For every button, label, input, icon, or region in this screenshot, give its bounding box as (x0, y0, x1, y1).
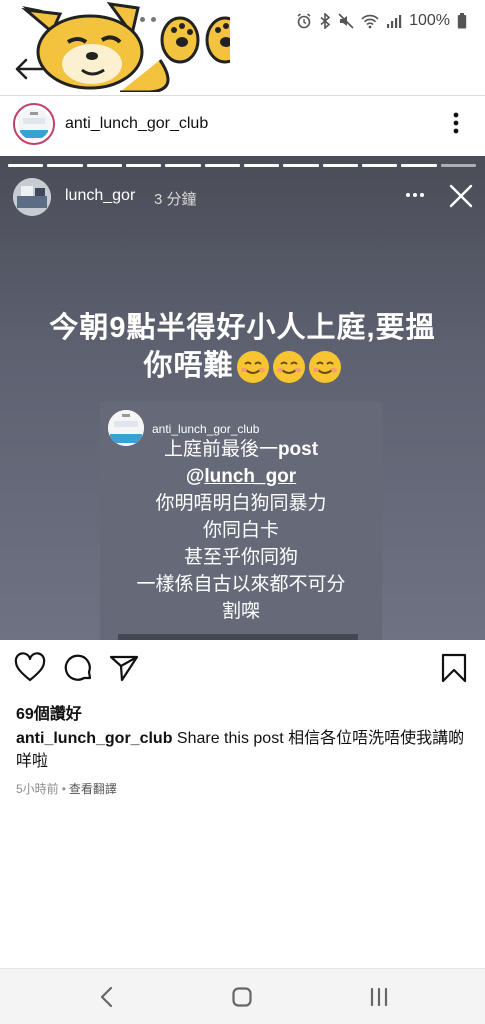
repost-line-1-bold: post (277, 439, 319, 460)
home-icon[interactable] (231, 986, 253, 1008)
header-username[interactable]: anti_lunch_gor_club (65, 115, 208, 133)
post-time: 5小時前 (16, 782, 59, 796)
comment-bubble-icon[interactable] (62, 652, 94, 684)
arrow-left-icon[interactable] (12, 52, 46, 86)
repost-line-3: 你明唔明白狗同暴力 (155, 493, 327, 514)
heart-icon[interactable] (14, 652, 46, 684)
repost-line-6: 一樣係自古以來都不可分 (136, 574, 346, 595)
wifi-icon (361, 14, 379, 29)
avatar-logo-image (18, 108, 50, 140)
translate-link[interactable]: 查看翻譯 (69, 782, 117, 796)
reposted-story-card[interactable]: anti_lunch_gor_club 上庭前最後一post @lunch_go… (100, 402, 382, 640)
smiling-emoji-icon (236, 351, 269, 384)
recent-apps-icon[interactable] (368, 986, 390, 1008)
repost-line-1: 上庭前最後一 (163, 439, 278, 460)
story-time: 3 分鐘 (154, 191, 197, 208)
repost-line-7: 割㗎 (221, 601, 260, 622)
horizontal-dots-icon[interactable] (404, 186, 426, 204)
top-nav (0, 44, 485, 94)
story-viewer[interactable]: lunch_gor 3 分鐘 今朝9點半得好小人上庭,要搵 你唔難 anti_l… (0, 156, 485, 640)
meta-separator: • (61, 782, 66, 796)
post-actions (0, 640, 485, 696)
chevron-left-icon[interactable] (96, 985, 118, 1009)
story-avatar-image (13, 178, 51, 216)
repost-line-5: 甚至乎你同狗 (183, 547, 298, 568)
story-caption: 今朝9點半得好小人上庭,要搵 你唔難 (10, 309, 475, 385)
bluetooth-icon (320, 13, 331, 29)
story-progress-bar (8, 164, 476, 167)
caption-username[interactable]: anti_lunch_gor_club (16, 730, 172, 747)
story-username[interactable]: lunch_gor (65, 187, 135, 205)
bookmark-icon[interactable] (438, 652, 470, 684)
story-caption-line1: 今朝9點半得好小人上庭,要搵 (49, 312, 436, 344)
like-count[interactable]: 69個讚好 (16, 700, 82, 724)
post-meta: 5小時前 • 查看翻譯 (16, 780, 117, 797)
battery-percent: 100% (409, 12, 450, 29)
post-caption: anti_lunch_gor_club Share this post 相信各位… (16, 727, 471, 773)
smiling-emoji-icon (308, 351, 341, 384)
paper-plane-icon[interactable] (108, 652, 140, 684)
smiling-emoji-icon (272, 351, 305, 384)
story-caption-line2: 你唔難 (143, 350, 234, 382)
repost-text: 上庭前最後一post @lunch_gor 你明唔明白狗同暴力 你同白卡 甚至乎… (100, 436, 382, 625)
signal-icon (387, 15, 402, 28)
system-nav-bar (0, 968, 485, 1024)
status-icons: 100% (296, 12, 467, 30)
close-icon[interactable] (448, 183, 474, 209)
repost-username: anti_lunch_gor_club (152, 422, 260, 436)
battery-icon (457, 13, 467, 29)
story-avatar[interactable] (13, 178, 51, 216)
alarm-icon (297, 13, 311, 29)
vertical-dots-icon[interactable] (448, 110, 464, 136)
mute-icon (338, 13, 354, 29)
post-header: anti_lunch_gor_club (0, 96, 485, 156)
repost-line-4: 你同白卡 (202, 520, 279, 541)
repost-mention-link[interactable]: lunch_gor (204, 466, 296, 487)
repost-mention-at: @ (185, 466, 205, 487)
header-avatar[interactable] (13, 103, 55, 145)
